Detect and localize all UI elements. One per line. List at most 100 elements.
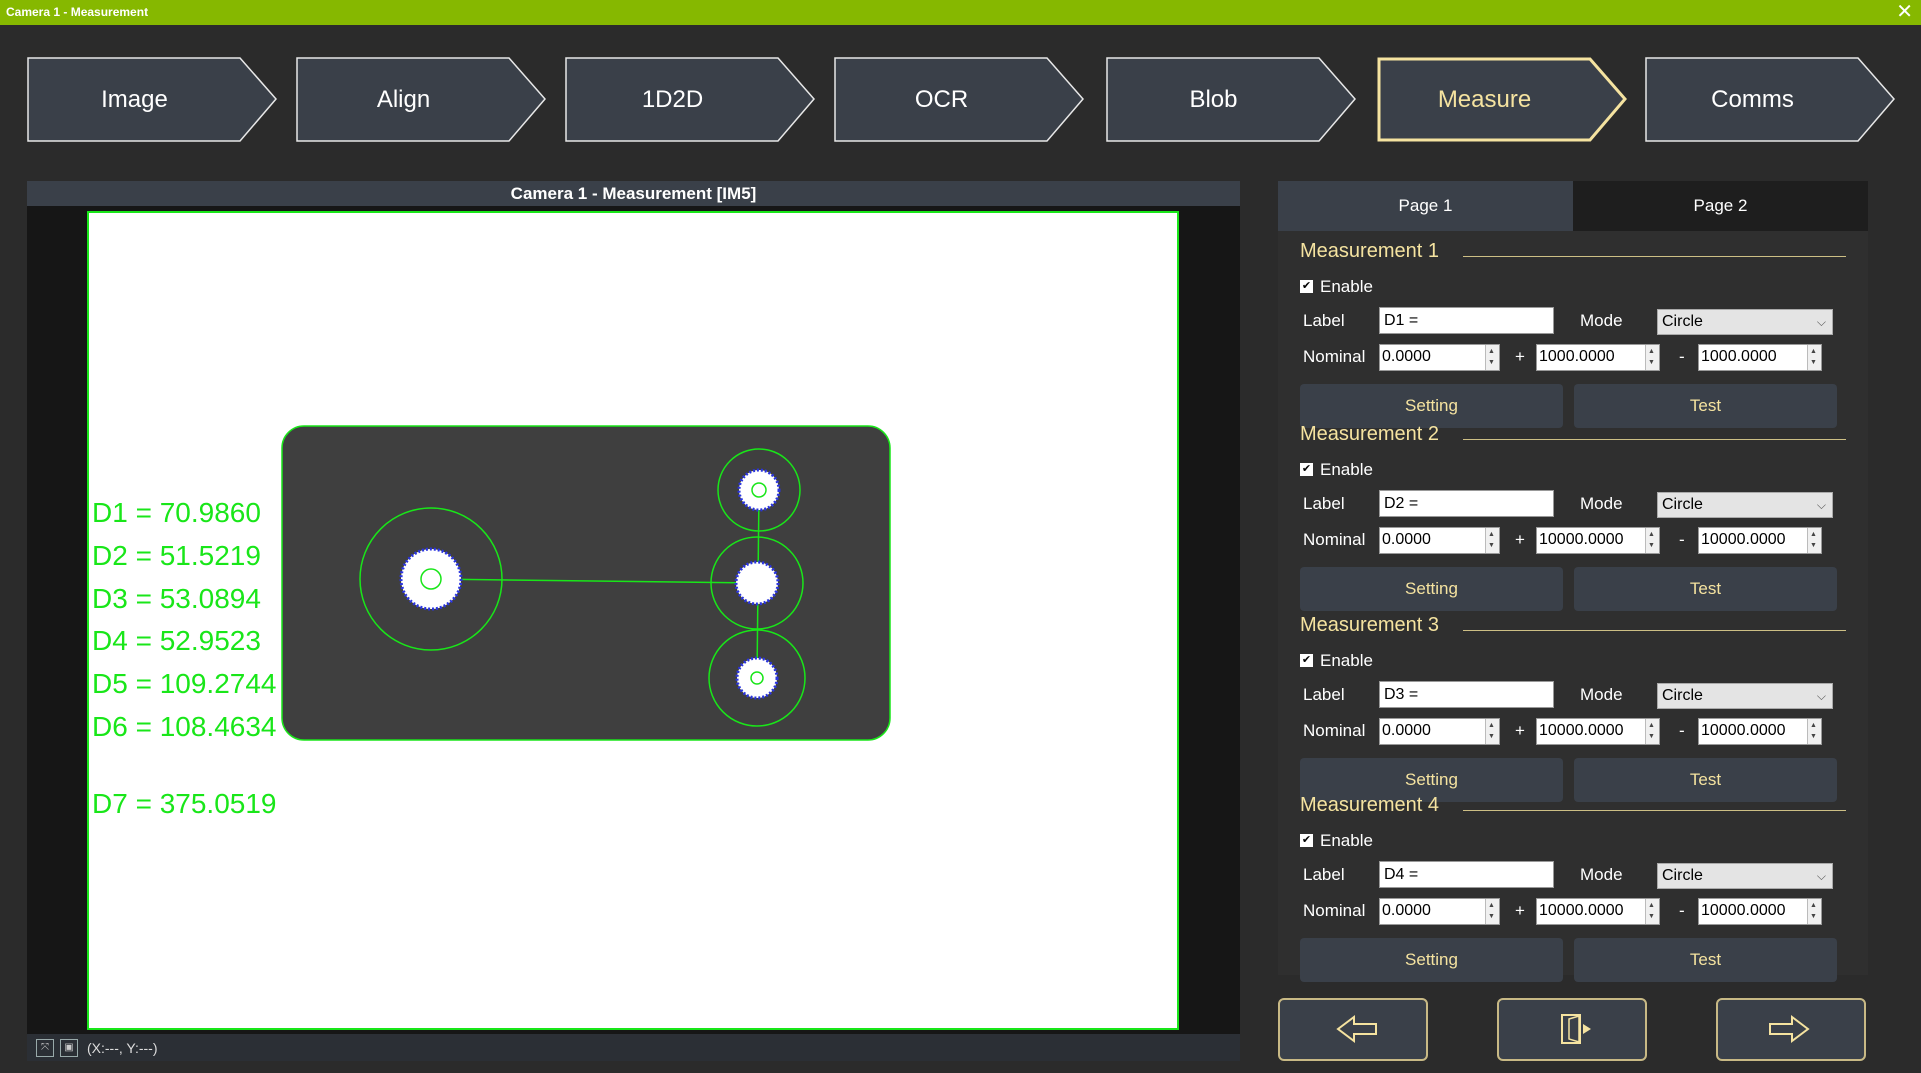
back-button[interactable] (1278, 998, 1428, 1061)
measurement-title: Measurement 3 (1300, 614, 1439, 636)
part-outline (281, 425, 891, 741)
plus-tolerance-stepper[interactable]: 10000.0000 ▲ ▼ (1536, 527, 1660, 554)
arrow-right-icon (1769, 1015, 1810, 1043)
plus-sign: + (1515, 901, 1525, 920)
test-button[interactable]: Test (1574, 938, 1837, 982)
step-align[interactable]: Align (296, 57, 546, 142)
step-ocr[interactable]: OCR (834, 57, 1084, 142)
inspection-overlay (281, 425, 891, 741)
minus-tolerance-stepper[interactable]: 10000.0000 ▲ ▼ (1698, 718, 1822, 745)
step-1d2d[interactable]: 1D2D (565, 57, 815, 142)
spin-arrows-icon[interactable]: ▲ ▼ (1485, 528, 1499, 553)
spin-arrows-icon[interactable]: ▲ ▼ (1807, 528, 1821, 553)
minus-tolerance-value: 10000.0000 (1701, 531, 1786, 548)
step-measure-label: Measure (1437, 86, 1532, 113)
spin-arrows-icon[interactable]: ▲ ▼ (1645, 528, 1659, 553)
next-button[interactable] (1716, 998, 1866, 1061)
page-tabs: Page 1 Page 2 (1278, 181, 1868, 231)
step-ocr-label: OCR (914, 86, 969, 113)
mode-field-label: Mode (1580, 865, 1623, 884)
minus-tolerance-stepper[interactable]: 10000.0000 ▲ ▼ (1698, 527, 1822, 554)
enable-checkbox[interactable]: ✔ (1300, 654, 1313, 667)
nominal-stepper[interactable]: 0.0000 ▲ ▼ (1379, 898, 1500, 925)
minus-tolerance-value: 1000.0000 (1701, 348, 1777, 365)
camera-image-view[interactable]: D1 = 70.9860 D2 = 51.5219 D3 = 53.0894 D… (87, 211, 1179, 1030)
overlay-label-d7: D7 = 375.0519 (92, 788, 277, 819)
cursor-coordinates: (X:---, Y:---) (87, 1040, 158, 1056)
enable-checkbox[interactable]: ✔ (1300, 463, 1313, 476)
overlay-label-d4: D4 = 52.9523 (92, 625, 261, 656)
mode-select[interactable]: Circle ⌵ (1657, 683, 1833, 709)
minus-sign: - (1679, 901, 1685, 920)
step-image-label: Image (101, 86, 168, 113)
fit-view-icon[interactable]: ⤧ (36, 1039, 54, 1057)
tab-page-1[interactable]: Page 1 (1278, 181, 1573, 231)
spin-arrows-icon[interactable]: ▲ ▼ (1485, 345, 1499, 370)
plus-sign: + (1515, 347, 1525, 366)
camera-title: Camera 1 - Measurement [IM5] (27, 181, 1240, 206)
tab-page-2[interactable]: Page 2 (1573, 181, 1868, 231)
chevron-down-icon: ⌵ (1816, 315, 1826, 329)
overlay-label-d6: D6 = 108.4634 (92, 711, 277, 742)
chevron-down-icon: ⌵ (1816, 869, 1826, 883)
nominal-value: 0.0000 (1382, 531, 1431, 548)
spin-arrows-icon[interactable]: ▲ ▼ (1645, 719, 1659, 744)
image-icon[interactable]: ▣ (60, 1039, 78, 1057)
label-input[interactable] (1379, 490, 1554, 517)
label-input[interactable] (1379, 307, 1554, 334)
step-measure[interactable]: Measure (1377, 57, 1627, 142)
exit-button[interactable] (1497, 998, 1647, 1061)
spin-arrows-icon[interactable]: ▲ ▼ (1807, 719, 1821, 744)
nominal-value: 0.0000 (1382, 722, 1431, 739)
setting-button[interactable]: Setting (1300, 938, 1563, 982)
step-align-label: Align (376, 86, 431, 113)
label-field-label: Label (1303, 311, 1345, 330)
close-icon[interactable]: ✕ (1896, 1, 1913, 23)
setting-button[interactable]: Setting (1300, 567, 1563, 611)
nominal-stepper[interactable]: 0.0000 ▲ ▼ (1379, 344, 1500, 371)
hole-1 (399, 547, 463, 611)
spin-arrows-icon[interactable]: ▲ ▼ (1645, 345, 1659, 370)
nominal-stepper[interactable]: 0.0000 ▲ ▼ (1379, 718, 1500, 745)
mode-value: Circle (1662, 867, 1703, 884)
plus-tolerance-stepper[interactable]: 10000.0000 ▲ ▼ (1536, 718, 1660, 745)
enable-checkbox[interactable]: ✔ (1300, 834, 1313, 847)
plus-tolerance-value: 10000.0000 (1539, 531, 1624, 548)
plus-tolerance-stepper[interactable]: 10000.0000 ▲ ▼ (1536, 898, 1660, 925)
setting-button[interactable]: Setting (1300, 384, 1563, 428)
mode-value: Circle (1662, 496, 1703, 513)
plus-tolerance-stepper[interactable]: 1000.0000 ▲ ▼ (1536, 344, 1660, 371)
overlay-label-d1: D1 = 70.9860 (92, 497, 261, 528)
enable-label: Enable (1320, 831, 1373, 850)
measurement-title: Measurement 1 (1300, 240, 1439, 262)
enable-checkbox[interactable]: ✔ (1300, 280, 1313, 293)
mode-select[interactable]: Circle ⌵ (1657, 492, 1833, 518)
test-button[interactable]: Test (1574, 758, 1837, 802)
label-input[interactable] (1379, 681, 1554, 708)
nominal-field-label: Nominal (1303, 721, 1366, 740)
spin-arrows-icon[interactable]: ▲ ▼ (1485, 719, 1499, 744)
step-1d2d-label: 1D2D (641, 86, 704, 113)
window-title: Camera 1 - Measurement (6, 5, 149, 19)
section-divider (1463, 256, 1846, 257)
hole-4 (735, 656, 779, 700)
spin-arrows-icon[interactable]: ▲ ▼ (1807, 899, 1821, 924)
chevron-down-icon: ⌵ (1816, 498, 1826, 512)
mode-select[interactable]: Circle ⌵ (1657, 309, 1833, 335)
minus-sign: - (1679, 347, 1685, 366)
spin-arrows-icon[interactable]: ▲ ▼ (1807, 345, 1821, 370)
minus-tolerance-stepper[interactable]: 10000.0000 ▲ ▼ (1698, 898, 1822, 925)
spin-arrows-icon[interactable]: ▲ ▼ (1645, 899, 1659, 924)
step-image[interactable]: Image (27, 57, 277, 142)
step-comms[interactable]: Comms (1645, 57, 1895, 142)
mode-select[interactable]: Circle ⌵ (1657, 863, 1833, 889)
minus-tolerance-stepper[interactable]: 1000.0000 ▲ ▼ (1698, 344, 1822, 371)
plus-tolerance-value: 10000.0000 (1539, 902, 1624, 919)
label-input[interactable] (1379, 861, 1554, 888)
step-blob[interactable]: Blob (1106, 57, 1356, 142)
test-button[interactable]: Test (1574, 384, 1837, 428)
nominal-stepper[interactable]: 0.0000 ▲ ▼ (1379, 527, 1500, 554)
spin-arrows-icon[interactable]: ▲ ▼ (1485, 899, 1499, 924)
overlay-label-d5: D5 = 109.2744 (92, 668, 277, 699)
test-button[interactable]: Test (1574, 567, 1837, 611)
